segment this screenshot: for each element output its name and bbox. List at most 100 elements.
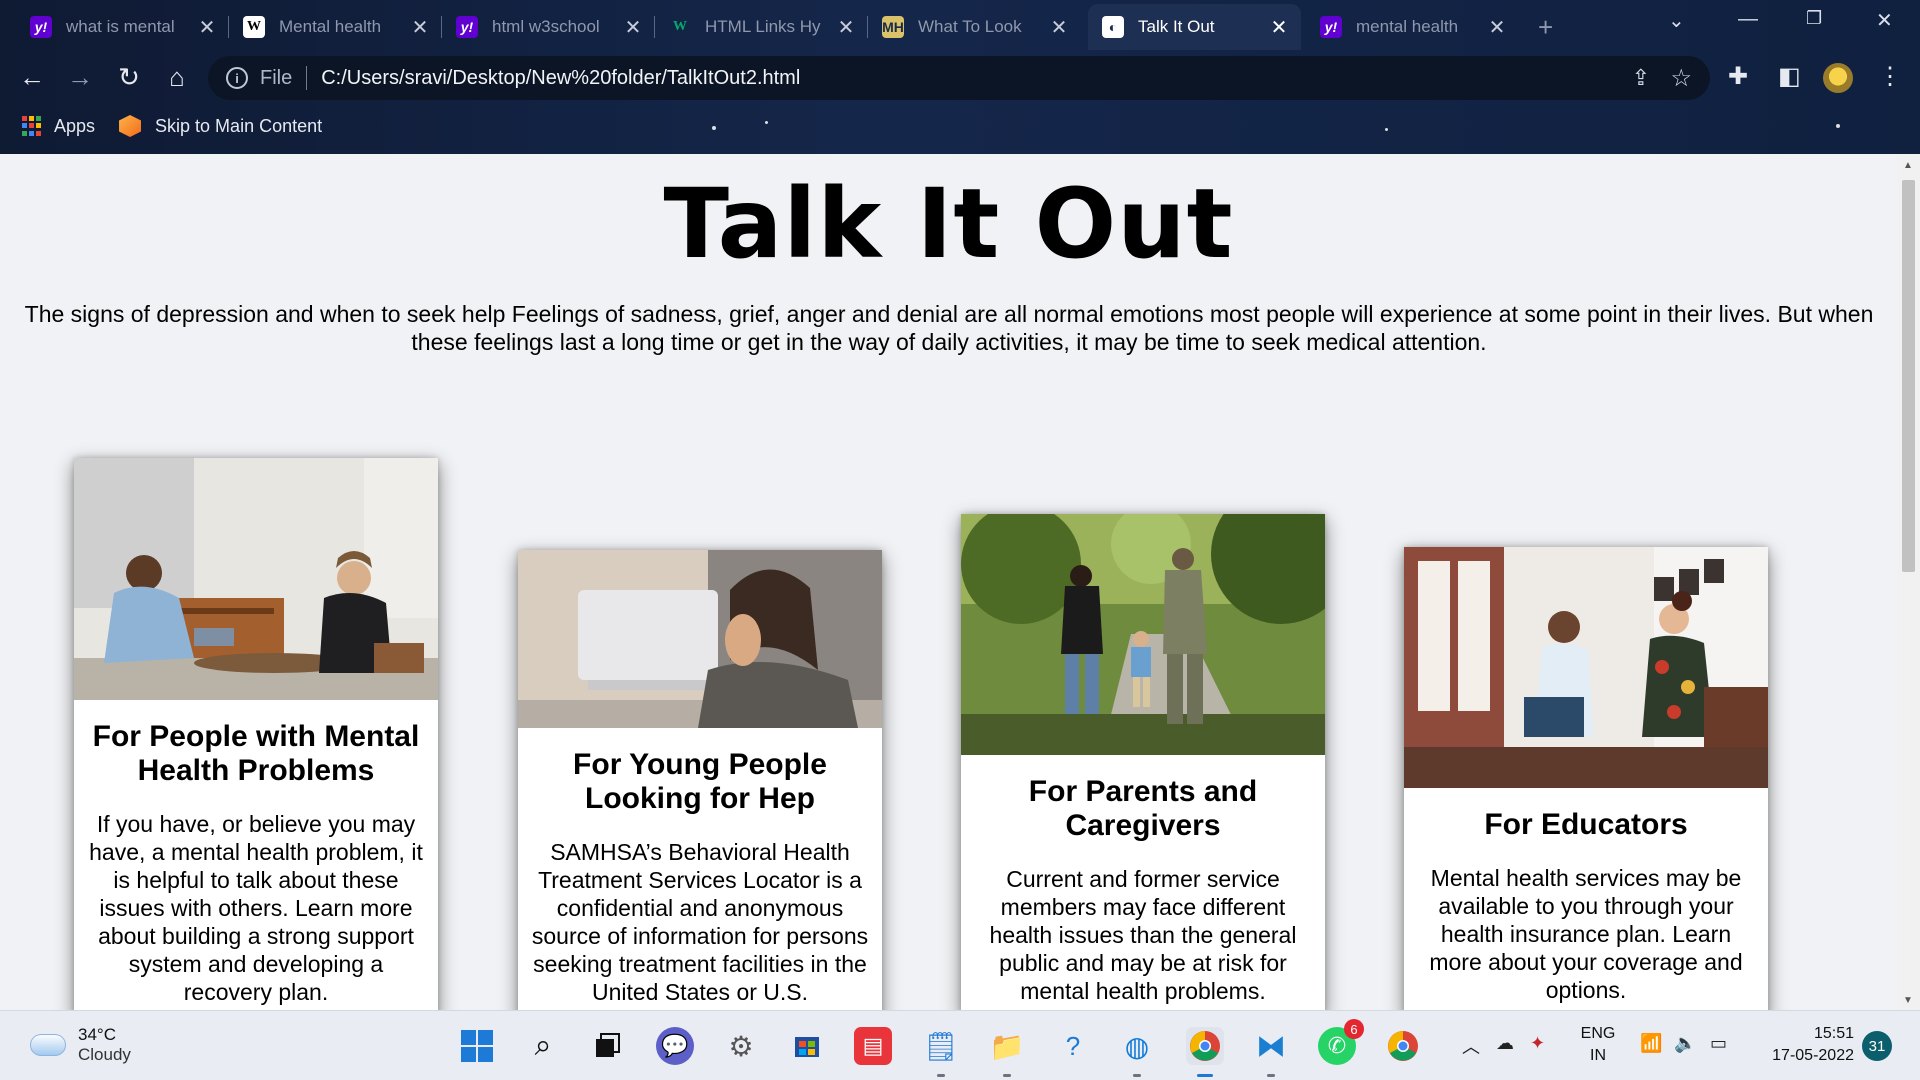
chrome-browser-icon[interactable] — [1186, 1027, 1224, 1077]
settings-gear-icon[interactable]: ⚙ — [722, 1027, 760, 1065]
tab-yahoo-mental[interactable]: y! what is mental ✕ — [16, 4, 229, 50]
browser-toolbar: ← → ↻ ⌂ i File C:/Users/sravi/Desktop/Ne… — [0, 50, 1920, 106]
card-heading: For Young People Looking for Hep — [573, 748, 827, 815]
close-icon[interactable]: ✕ — [410, 15, 430, 40]
bookmarks-bar: Apps Skip to Main Content — [0, 110, 1920, 142]
restore-icon[interactable]: ❐ — [1806, 8, 1822, 29]
scroll-down-arrow-icon[interactable]: ▼ — [1903, 995, 1913, 1006]
page-scrollbar[interactable]: ▲ ▼ — [1897, 154, 1920, 1010]
close-icon[interactable]: ✕ — [623, 15, 643, 40]
weather-widget[interactable]: 34°C Cloudy — [30, 1025, 131, 1065]
tab-mentalhealth-gov[interactable]: MH What To Look ✕ — [868, 4, 1081, 50]
close-icon[interactable]: ✕ — [1049, 15, 1069, 40]
menu-kebab-icon[interactable]: ⋮ — [1878, 62, 1902, 91]
card-parents-and-caregivers: For Parents and Caregivers Current and f… — [961, 514, 1325, 1010]
minimize-icon[interactable]: — — [1738, 8, 1758, 31]
tab-wikipedia[interactable]: W Mental health ✕ — [229, 4, 442, 50]
card-text: If you have, or believe you may have, a … — [89, 811, 423, 1005]
home-icon[interactable]: ⌂ — [161, 62, 193, 93]
tab-title: What To Look — [918, 17, 1022, 36]
side-panel-icon[interactable]: ◧ — [1778, 62, 1801, 91]
bookmark-star-icon[interactable]: ☆ — [1670, 64, 1692, 93]
antivirus-tray-icon[interactable]: ✦ — [1530, 1033, 1545, 1054]
close-window-icon[interactable]: ✕ — [1876, 8, 1893, 33]
onedrive-cloud-icon[interactable]: ☁ — [1496, 1033, 1514, 1054]
mentalhealth-gov-icon: MH — [882, 16, 904, 38]
task-view-icon[interactable] — [588, 1027, 626, 1065]
card-heading: For Parents and Caregivers — [1028, 775, 1258, 842]
bookmark-skip-to-main[interactable]: Skip to Main Content — [119, 115, 322, 137]
chrome-profile-icon[interactable] — [1384, 1027, 1422, 1065]
clock-time: 15:51 — [1813, 1025, 1854, 1042]
card-heading: For People with Mental Health Problems — [92, 720, 420, 787]
notepad-icon[interactable]: 🗒 — [922, 1027, 960, 1077]
file-explorer-icon[interactable]: 📁 — [988, 1027, 1026, 1077]
share-icon[interactable]: ⇪ — [1632, 65, 1650, 91]
vscode-icon[interactable]: ⧓ — [1252, 1027, 1290, 1077]
tab-title: mental health — [1356, 17, 1459, 36]
microsoft-store-icon[interactable] — [788, 1027, 826, 1065]
intro-paragraph: The signs of depression and when to seek… — [24, 301, 1874, 355]
wikipedia-icon: W — [243, 16, 265, 38]
tab-w3schools[interactable]: W HTML Links Hy ✕ — [655, 4, 868, 50]
edge-browser-icon[interactable]: ◍ — [1118, 1027, 1156, 1077]
url-text[interactable]: C:/Users/sravi/Desktop/New%20folder/Talk… — [321, 67, 800, 90]
tab-title: Talk It Out — [1138, 17, 1215, 36]
bookmark-label: Apps — [54, 115, 96, 136]
yahoo-icon: y! — [1320, 16, 1342, 38]
volume-icon[interactable]: 🔈 — [1674, 1033, 1696, 1054]
card-text: Current and former service members may f… — [989, 866, 1297, 1004]
close-icon[interactable]: ✕ — [1269, 15, 1289, 40]
whatsapp-icon[interactable]: ✆ 6 — [1318, 1019, 1364, 1065]
tab-yahoo-mental-health[interactable]: y! mental health ✕ — [1306, 4, 1519, 50]
tab-strip: y! what is mental ✕ W Mental health ✕ y!… — [0, 0, 1920, 50]
apps-grid-icon — [22, 116, 42, 136]
teams-chat-icon[interactable]: 💬 — [656, 1027, 694, 1065]
site-info-icon[interactable]: i — [226, 67, 248, 89]
new-tab-icon[interactable]: + — [1538, 12, 1553, 43]
close-icon[interactable]: ✕ — [1487, 15, 1507, 40]
page-title: Talk It Out — [663, 168, 1234, 280]
extensions-puzzle-icon[interactable]: ✚ — [1728, 62, 1748, 91]
young-woman-laptop-photo — [518, 550, 882, 728]
notification-center-badge[interactable]: 31 — [1862, 1031, 1892, 1061]
wifi-icon[interactable]: 📶 — [1640, 1033, 1662, 1054]
windows-taskbar: 34°C Cloudy ⌕ 💬 ⚙ ▤ 🗒 📁 ? ◍ ⧓ ✆ 6 ︿ ☁ ✦ … — [0, 1010, 1920, 1080]
tab-talk-it-out[interactable]: ◐ Talk It Out ✕ — [1088, 4, 1301, 50]
address-bar[interactable]: i File C:/Users/sravi/Desktop/New%20fold… — [208, 56, 1710, 100]
show-hidden-icons-chevron-icon[interactable]: ︿ — [1462, 1033, 1480, 1059]
weather-temperature: 34°C — [78, 1025, 116, 1044]
tab-title: Mental health — [279, 17, 382, 36]
therapy-session-photo — [74, 458, 438, 700]
tab-title: html w3school — [492, 17, 600, 36]
card-text: SAMHSA’s Behavioral Health Treatment Ser… — [531, 839, 869, 1005]
bookmark-apps[interactable]: Apps — [22, 116, 95, 137]
tab-search-chevron-icon[interactable]: ⌄ — [1668, 8, 1685, 33]
search-icon[interactable]: ⌕ — [524, 1027, 562, 1065]
tab-title: what is mental — [66, 17, 175, 36]
card-heading: For Educators — [1484, 808, 1688, 841]
weather-condition: Cloudy — [78, 1045, 131, 1064]
news-app-icon[interactable]: ▤ — [854, 1027, 892, 1065]
family-walking-photo — [961, 514, 1325, 755]
profile-avatar[interactable] — [1823, 63, 1853, 93]
close-icon[interactable]: ✕ — [836, 15, 856, 40]
forward-arrow-icon[interactable]: → — [64, 62, 96, 93]
counselor-meeting-photo — [1404, 547, 1768, 788]
browser-chrome: y! what is mental ✕ W Mental health ✕ y!… — [0, 0, 1920, 154]
system-clock[interactable]: 15:51 17-05-2022 — [1754, 1023, 1854, 1067]
scroll-up-arrow-icon[interactable]: ▲ — [1903, 160, 1913, 171]
orange-cube-icon — [119, 115, 142, 137]
windows-start-icon[interactable] — [458, 1027, 496, 1065]
battery-icon[interactable]: ▭ — [1710, 1033, 1727, 1054]
close-icon[interactable]: ✕ — [197, 15, 217, 40]
tab-yahoo-w3school[interactable]: y! html w3school ✕ — [442, 4, 655, 50]
scrollbar-thumb[interactable] — [1902, 180, 1915, 572]
w3schools-icon: W — [673, 19, 687, 34]
back-arrow-icon[interactable]: ← — [16, 62, 48, 93]
tab-title: HTML Links Hy — [705, 17, 821, 36]
reload-icon[interactable]: ↻ — [113, 62, 145, 93]
get-help-icon[interactable]: ? — [1054, 1027, 1092, 1065]
language-code: ENG — [1580, 1025, 1616, 1042]
language-indicator[interactable]: ENG IN — [1578, 1023, 1618, 1067]
